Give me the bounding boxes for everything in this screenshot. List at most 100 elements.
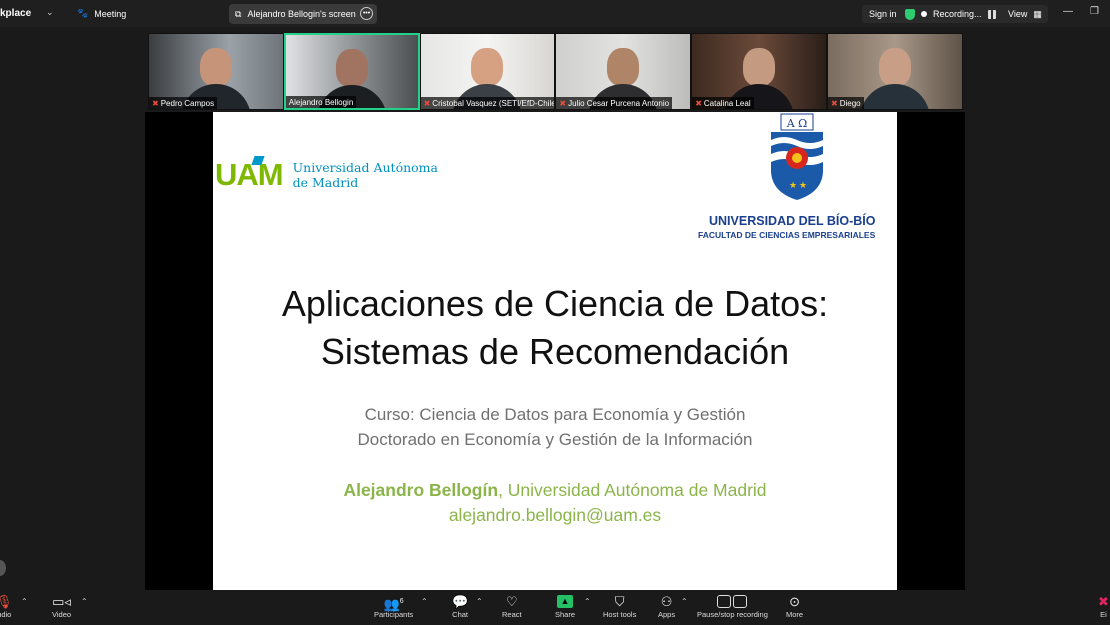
uam-name-line2: de Madrid [292,175,359,190]
mic-off-icon: ✖ [423,98,431,108]
video-button[interactable]: ▭◃ Video [52,594,71,619]
view-button[interactable]: View ▦ [1002,5,1048,23]
more-dots-icon: ⊙ [789,594,800,609]
sign-in-label: Sign in [869,9,897,19]
end-call-icon: ✖ [1098,594,1109,609]
share-label: Share [555,610,576,619]
ubb-crest-icon: A Ω ★ ★ [771,113,823,200]
sign-in-button[interactable]: Sign in [862,5,904,23]
svg-text:★: ★ [799,180,807,190]
share-arrow-icon: ▲ [557,595,573,608]
chat-icon: 💬 [452,594,469,609]
screen-share-tab[interactable]: ⧉ Alejandro Bellogin's screen ••• [229,4,377,24]
share-button[interactable]: ▲ Share [555,594,575,619]
participant-name-bar: Alejandro Bellogin [285,96,357,108]
video-label: Video [52,610,72,619]
participants-count: 6 [399,598,404,605]
participant-name: Cristobal Vasquez (SETI/EfD-Chile) [432,98,556,108]
meeting-label: Meeting [94,8,127,19]
more-button[interactable]: ⊙ More [786,594,803,619]
apps-options-chevron-icon[interactable]: ⌃ [681,597,688,606]
shield-icon: ⛉ [614,594,625,609]
participant-name-bar: ✖ Diego [827,97,864,109]
paw-icon: 🐾 [77,8,89,18]
mic-off-icon: ✖ [559,98,567,108]
video-options-chevron-icon[interactable]: ⌃ [81,597,88,606]
participant-tile[interactable]: ✖ Julio Cesar Purcena Antonio [555,33,692,110]
author-name: Alejandro Bellogín [343,480,499,500]
title-bar: kplace ⌄ 🐾 Meeting ⧉ Alejandro Bellogin'… [0,0,1110,27]
participant-name: Diego [839,98,861,108]
recording-indicator: Recording... [900,5,1016,23]
svg-text:★: ★ [789,180,797,190]
participant-name: Catalina Leal [703,98,751,108]
record-dot-icon [921,11,927,17]
minimize-icon[interactable]: — [1063,6,1073,17]
shared-screen: UAM Universidad Autónoma de Madrid A Ω ★… [145,112,965,590]
participant-name: Pedro Campos [160,98,215,108]
audio-label: udio [0,610,12,619]
meeting-toolbar: 🎙 udio ⌃ ▭◃ Video ⌃ 👥6 Participants ⌃ 💬 … [0,590,1110,625]
chat-options-chevron-icon[interactable]: ⌃ [476,597,483,606]
grid-icon: ▦ [1033,8,1042,19]
participant-name-bar: ✖ Catalina Leal [692,97,754,109]
side-handle[interactable] [0,560,6,576]
chat-label: Chat [452,610,469,619]
author-email: alejandro.bellogin@uam.es [448,505,662,525]
participant-name-bar: ✖ Cristobal Vasquez (SETI/EfD-Chile) [420,97,556,109]
participants-button[interactable]: 👥6 Participants [374,594,413,619]
apps-icon: ⚇ [660,594,673,609]
audio-options-chevron-icon[interactable]: ⌃ [21,597,28,606]
app-name: kplace [0,8,32,19]
participant-name: Julio Cesar Purcena Antonio [568,98,670,108]
host-tools-button[interactable]: ⛉ Host tools [603,594,636,619]
view-label: View [1008,9,1028,19]
restore-icon[interactable]: ❐ [1090,6,1099,17]
apps-label: Apps [658,610,676,619]
participant-tile[interactable]: ✖ Diego [826,33,963,110]
participant-tile-active-speaker[interactable]: Alejandro Bellogin [283,33,420,110]
uam-logo: UAM Universidad Autónoma de Madrid [215,156,438,193]
participant-strip: ✖ Pedro Campos Alejandro Bellogin ✖ Cris… [148,33,963,110]
chat-button[interactable]: 💬 Chat [452,594,468,619]
participant-tile[interactable]: ✖ Cristobal Vasquez (SETI/EfD-Chile) [419,33,556,110]
slide-subtitle: Curso: Ciencia de Datos para Economía y … [213,402,897,452]
audio-button[interactable]: 🎙 udio [0,594,13,619]
react-button[interactable]: ♡ React [502,594,522,619]
participants-label: Participants [374,610,414,619]
slide-course-line: Curso: Ciencia de Datos para Economía y … [364,405,746,424]
participant-name-bar: ✖ Julio Cesar Purcena Antonio [556,97,673,109]
end-button[interactable]: ✖ Ei [1098,594,1109,619]
participant-name-bar: ✖ Pedro Campos [149,97,218,109]
pause-stop-recording-button[interactable]: Pause/stop recording [697,594,768,619]
slide-title-line2: Sistemas de Recomendación [320,331,790,372]
heart-icon: ♡ [505,594,518,609]
participant-tile[interactable]: ✖ Pedro Campos [148,33,284,110]
pause-icon[interactable] [987,9,996,19]
meeting-tab[interactable]: 🐾 Meeting [77,8,126,19]
ubb-faculty: FACULTAD DE CIENCIAS EMPRESARIALES [698,230,876,240]
screen-share-tab-label: Alejandro Bellogin's screen [247,9,356,19]
participants-options-chevron-icon[interactable]: ⌃ [421,597,428,606]
presentation-slide: UAM Universidad Autónoma de Madrid A Ω ★… [213,112,897,590]
participant-tile[interactable]: ✖ Catalina Leal [691,33,827,110]
share-screen-icon: ⧉ [235,8,242,19]
slide-title: Aplicaciones de Ciencia de Datos: Sistem… [213,280,897,376]
slide-title-line1: Aplicaciones de Ciencia de Datos: [281,283,829,324]
end-label: Ei [1100,610,1107,619]
share-options-chevron-icon[interactable]: ⌃ [584,597,591,606]
apps-button[interactable]: ⚇ Apps [658,594,675,619]
ubb-name: UNIVERSIDAD DEL BÍO-BÍO [709,214,876,228]
slide-program-line: Doctorado en Economía y Gestión de la In… [357,430,753,449]
pause-recording-label: Pause/stop recording [697,610,768,619]
host-tools-label: Host tools [603,610,637,619]
video-camera-icon: ▭◃ [52,594,71,609]
svg-text:A Ω: A Ω [786,117,808,130]
react-label: React [502,610,522,619]
chevron-down-icon[interactable]: ⌄ [46,7,54,18]
more-options-icon[interactable]: ••• [360,7,373,20]
more-label: More [786,610,804,619]
shield-icon [905,8,915,20]
uam-mark: UAM [215,157,284,192]
participant-name: Alejandro Bellogin [288,97,354,107]
